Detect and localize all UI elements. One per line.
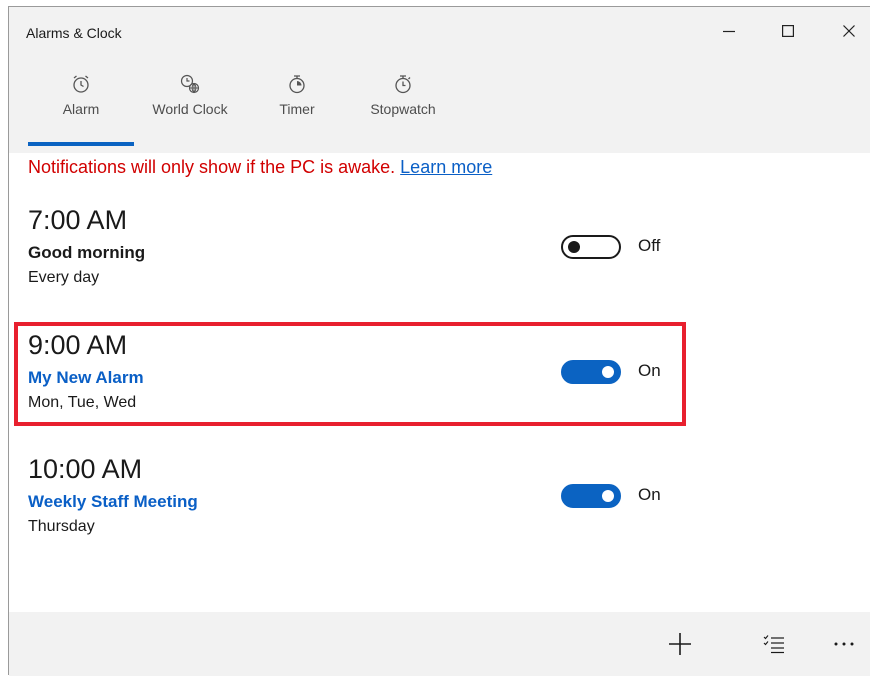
learn-more-link[interactable]: Learn more: [400, 157, 492, 177]
minimize-button[interactable]: [701, 7, 757, 55]
tab-timer-label: Timer: [279, 101, 315, 117]
world-clock-icon: [180, 74, 200, 94]
toggle-knob: [602, 490, 614, 502]
alarm-item[interactable]: 10:00 AM Weekly Staff Meeting Thursday O…: [28, 454, 668, 564]
alarm-time: 7:00 AM: [28, 205, 128, 235]
alarm-time: 10:00 AM: [28, 454, 143, 484]
notification-warning-text: Notifications will only show if the PC i…: [28, 157, 396, 177]
maximize-button[interactable]: [760, 7, 816, 55]
select-list-icon: [763, 635, 784, 654]
add-alarm-button[interactable]: [660, 626, 700, 662]
tab-stopwatch-label: Stopwatch: [370, 101, 436, 117]
alarm-clock-icon: [73, 75, 89, 93]
timer-icon: [289, 75, 305, 94]
alarms-clock-window: Alarms & Clock Alarm World Clock Timer S…: [8, 6, 870, 676]
more-options-button[interactable]: [824, 626, 864, 662]
alarm-toggle-state: Off: [638, 236, 661, 255]
more-icon: [834, 642, 854, 646]
alarm-toggle[interactable]: [561, 484, 621, 508]
highlight-box: [14, 322, 686, 426]
toggle-knob: [568, 241, 580, 253]
alarm-item[interactable]: 7:00 AM Good morning Every day Off: [28, 205, 668, 315]
alarm-toggle[interactable]: [561, 235, 621, 259]
command-bar: [9, 612, 870, 676]
alarm-name: Weekly Staff Meeting: [28, 492, 198, 511]
add-icon: [669, 633, 691, 655]
title-bar[interactable]: Alarms & Clock: [9, 7, 870, 55]
tab-timer[interactable]: Timer: [272, 73, 322, 153]
tab-world-clock-label: World Clock: [152, 101, 228, 117]
notification-warning: Notifications will only show if the PC i…: [28, 157, 492, 178]
alarm-days: Thursday: [28, 518, 95, 535]
tab-alarm-label: Alarm: [62, 101, 100, 117]
tab-bar: Alarm World Clock Timer Stopwatch: [9, 55, 870, 153]
alarm-name: Good morning: [28, 243, 146, 262]
minimize-icon: [723, 30, 735, 33]
stopwatch-icon: [395, 75, 411, 94]
maximize-icon: [782, 25, 794, 37]
tab-stopwatch[interactable]: Stopwatch: [363, 73, 443, 153]
close-button[interactable]: [821, 7, 870, 55]
tab-world-clock[interactable]: World Clock: [142, 73, 238, 153]
tab-alarm[interactable]: Alarm: [53, 73, 109, 153]
select-alarms-button[interactable]: [754, 626, 794, 662]
selected-tab-indicator: [28, 142, 134, 146]
app-title: Alarms & Clock: [26, 25, 122, 41]
alarm-toggle-state: On: [638, 485, 661, 504]
alarm-days: Every day: [28, 269, 100, 286]
close-icon: [843, 25, 855, 37]
